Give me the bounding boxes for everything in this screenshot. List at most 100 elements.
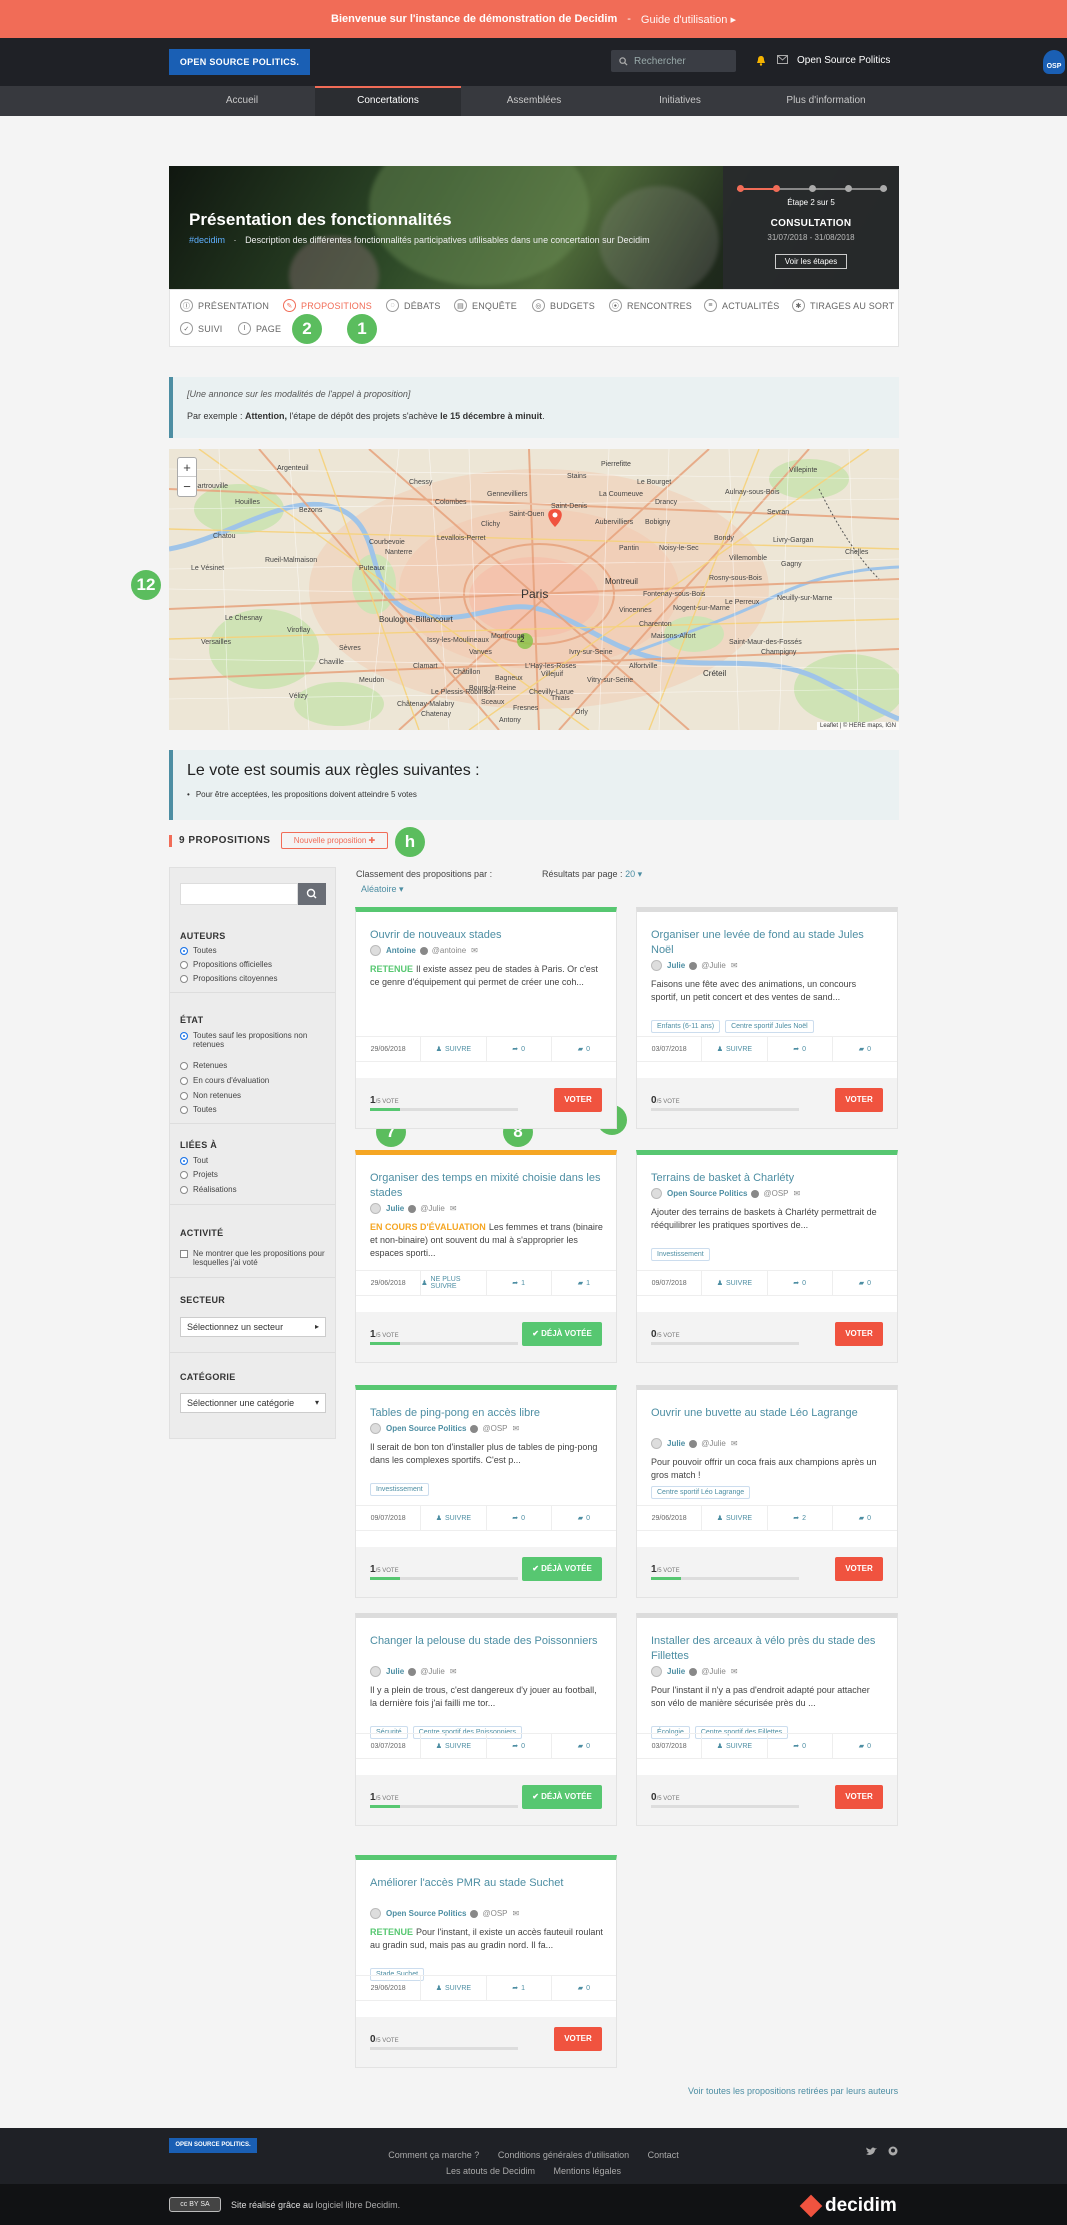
author-name[interactable]: Julie [667, 961, 685, 970]
search-input[interactable]: Rechercher [611, 50, 736, 72]
message-icon[interactable]: ✉ [471, 946, 478, 955]
endorsements-count[interactable]: ➦ 0 [487, 1037, 552, 1061]
comments-count[interactable]: ▰ 0 [833, 1506, 897, 1530]
filter-linked-option[interactable]: Projets [180, 1170, 330, 1179]
filter-authors-option[interactable]: Propositions officielles [180, 960, 330, 969]
vote-button[interactable]: VOTER [835, 1785, 883, 1809]
filter-linked-option[interactable]: Tout [180, 1156, 330, 1165]
vote-button[interactable]: VOTER [835, 1557, 883, 1581]
comments-count[interactable]: ▰ 0 [552, 1506, 616, 1530]
proposal-card[interactable]: Organiser une levée de fond au stade Jul… [636, 907, 898, 1129]
decidim-logo[interactable]: decidim [799, 2194, 897, 2218]
proposal-title[interactable]: Améliorer l'accès PMR au stade Suchet [370, 1876, 605, 1891]
follow-button[interactable]: ♟ SUIVRE [702, 1506, 768, 1530]
new-proposal-button[interactable]: Nouvelle proposition ✚ [281, 832, 388, 849]
message-icon[interactable]: ✉ [731, 1667, 738, 1676]
proposal-tag[interactable]: Investissement [651, 1248, 710, 1261]
nav-item-initiatives[interactable]: Initiatives [607, 86, 753, 116]
endorsements-count[interactable]: ➦ 1 [487, 1976, 552, 2000]
filter-state-option[interactable]: Retenues [180, 1061, 330, 1070]
filter-state-option[interactable]: Toutes [180, 1105, 330, 1114]
conversations-mail-icon[interactable] [777, 55, 788, 67]
proposal-title[interactable]: Ouvrir une buvette au stade Léo Lagrange [651, 1406, 886, 1421]
footer-link[interactable]: Conditions générales d'utilisation [498, 2150, 629, 2160]
follow-button[interactable]: ♟ SUIVRE [421, 1734, 487, 1758]
proposal-tag[interactable]: Enfants (6-11 ans) [651, 1020, 721, 1033]
follow-button[interactable]: ♟ SUIVRE [421, 1976, 487, 2000]
proposal-author[interactable]: Julie @Julie ✉ [651, 1438, 738, 1449]
proposal-title[interactable]: Organiser des temps en mixité choisie da… [370, 1171, 605, 1201]
user-avatar[interactable]: OSP [1043, 50, 1065, 74]
comments-count[interactable]: ▰ 0 [552, 1976, 616, 2000]
tab-proposals[interactable]: ✎ Propositions [283, 299, 372, 312]
nav-item-more-info[interactable]: Plus d'information [753, 86, 899, 116]
message-icon[interactable]: ✉ [793, 1189, 800, 1198]
tab-follow-up[interactable]: ✓ Suivi [180, 322, 223, 335]
message-icon[interactable]: ✉ [512, 1909, 519, 1918]
comments-count[interactable]: ▰ 0 [552, 1037, 616, 1061]
proposals-map[interactable]: 2 Paris Argenteuil Saint-Denis Aubervill… [169, 449, 899, 730]
author-name[interactable]: Open Source Politics [386, 1424, 466, 1433]
notifications-bell-icon[interactable] [756, 55, 766, 69]
per-page-dropdown[interactable]: 20 ▾ [625, 869, 642, 879]
proposal-card[interactable]: Organiser des temps en mixité choisie da… [355, 1150, 617, 1363]
nav-item-assemblies[interactable]: Assemblées [461, 86, 607, 116]
filter-state-option[interactable]: En cours d'évaluation [180, 1076, 330, 1085]
endorsements-count[interactable]: ➦ 0 [768, 1037, 833, 1061]
proposal-tag[interactable]: Investissement [370, 1483, 429, 1496]
proposal-tag[interactable]: Centre sportif Jules Noël [725, 1020, 814, 1033]
message-icon[interactable]: ✉ [512, 1424, 519, 1433]
message-icon[interactable]: ✉ [731, 1439, 738, 1448]
vote-button[interactable]: VOTER [835, 1088, 883, 1112]
filter-activity-checkbox[interactable]: Ne montrer que les propositions pour les… [180, 1249, 330, 1267]
tab-presentation[interactable]: ⓘ Présentation [180, 299, 269, 312]
proposal-author[interactable]: Open Source Politics @OSP ✉ [370, 1423, 519, 1434]
follow-button[interactable]: ♟ SUIVRE [702, 1037, 768, 1061]
proposal-card[interactable]: Ouvrir de nouveaux stades Antoine @antoine… [355, 907, 617, 1129]
endorsements-count[interactable]: ➦ 0 [768, 1271, 833, 1295]
follow-button[interactable]: ♟ SUIVRE [702, 1734, 768, 1758]
proposal-title[interactable]: Terrains de basket à Charléty [651, 1171, 886, 1186]
vote-button[interactable]: ✔ DÉJÀ VOTÉE [522, 1785, 602, 1809]
proposal-author[interactable]: Open Source Politics @OSP ✉ [370, 1908, 519, 1919]
proposal-author[interactable]: Julie @Julie ✉ [651, 960, 738, 971]
endorsements-count[interactable]: ➦ 0 [487, 1506, 552, 1530]
zoom-out-button[interactable]: − [178, 477, 196, 496]
proposal-author[interactable]: Julie @Julie ✉ [370, 1203, 457, 1214]
creative-commons-badge[interactable]: cc BY SA [169, 2197, 221, 2212]
decidim-software-link[interactable]: logiciel libre Decidim [316, 2200, 398, 2210]
comments-count[interactable]: ▰ 0 [552, 1734, 616, 1758]
proposal-tag[interactable]: Centre sportif Léo Lagrange [651, 1486, 751, 1499]
proposal-card[interactable]: Ouvrir une buvette au stade Léo Lagrange… [636, 1385, 898, 1598]
nav-item-processes[interactable]: Concertations [315, 86, 461, 116]
follow-button[interactable]: ♟ SUIVRE [702, 1271, 768, 1295]
message-icon[interactable]: ✉ [731, 961, 738, 970]
author-name[interactable]: Julie [386, 1667, 404, 1676]
vote-button[interactable]: ✔ DÉJÀ VOTÉE [522, 1557, 602, 1581]
filter-authors-option[interactable]: Toutes [180, 946, 330, 955]
tab-news[interactable]: ≡ Actualités [704, 299, 780, 312]
filter-state-option[interactable]: Toutes sauf les propositions non retenue… [180, 1031, 330, 1049]
endorsements-count[interactable]: ➦ 0 [487, 1734, 552, 1758]
message-icon[interactable]: ✉ [450, 1204, 457, 1213]
proposal-title[interactable]: Tables de ping-pong en accès libre [370, 1406, 605, 1421]
footer-link[interactable]: Les atouts de Decidim [446, 2166, 535, 2176]
view-steps-button[interactable]: Voir les étapes [775, 254, 847, 269]
vote-button[interactable]: VOTER [835, 1322, 883, 1346]
filter-authors-option[interactable]: Propositions citoyennes [180, 974, 330, 983]
site-logo[interactable]: OPEN SOURCE POLITICS. [169, 49, 310, 75]
author-name[interactable]: Julie [667, 1439, 685, 1448]
proposal-author[interactable]: Julie @Julie ✉ [651, 1666, 738, 1677]
vote-button[interactable]: VOTER [554, 2027, 602, 2051]
proposal-title[interactable]: Organiser une levée de fond au stade Jul… [651, 928, 886, 958]
proposal-card[interactable]: Changer la pelouse du stade des Poissonn… [355, 1613, 617, 1826]
proposal-card[interactable]: Terrains de basket à Charléty Open Source… [636, 1150, 898, 1363]
proposal-author[interactable]: Antoine @antoine ✉ [370, 945, 478, 956]
author-name[interactable]: Julie [386, 1204, 404, 1213]
footer-link[interactable]: Mentions légales [554, 2166, 622, 2176]
twitter-icon[interactable] [866, 2147, 877, 2156]
tab-survey[interactable]: ▤ Enquête [454, 299, 517, 312]
tab-debates[interactable]: ◌ Débats [386, 299, 441, 312]
proposal-title[interactable]: Installer des arceaux à vélo près du sta… [651, 1634, 886, 1664]
author-name[interactable]: Antoine [386, 946, 416, 955]
